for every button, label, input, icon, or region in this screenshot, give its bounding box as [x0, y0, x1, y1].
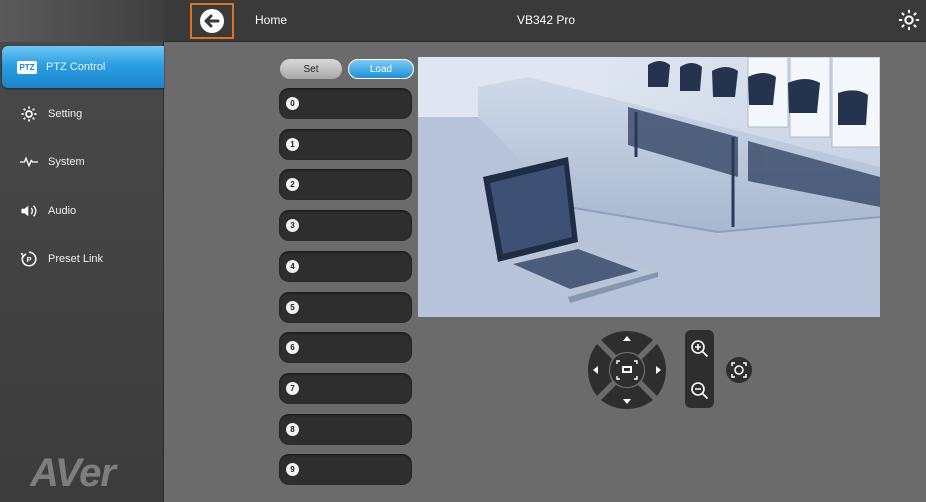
preset-6-button[interactable]: 6	[279, 332, 412, 364]
pan-tilt-pad	[584, 327, 670, 413]
sidebar-item-label: System	[48, 156, 85, 168]
sidebar-item-label: Preset Link	[48, 253, 104, 265]
home-label: Home	[255, 13, 288, 27]
sidebar-header	[0, 0, 164, 42]
pulse-icon	[16, 152, 42, 172]
pan-right-button[interactable]	[642, 344, 667, 396]
svg-text:P: P	[26, 255, 31, 264]
zoom-in-icon	[691, 340, 709, 358]
sidebar: PTZ PTZ Control Setting System Audio P P…	[0, 0, 164, 502]
zoom-out-button[interactable]	[689, 380, 710, 401]
top-bar: Home VB342 Pro	[164, 0, 926, 42]
sidebar-item-setting[interactable]: Setting	[4, 94, 164, 134]
preset-5-button[interactable]: 5	[279, 291, 412, 323]
sidebar-item-system[interactable]: System	[4, 142, 164, 182]
preset-3-button[interactable]: 3	[279, 210, 412, 242]
preset-number: 1	[286, 137, 299, 151]
sidebar-item-ptz-control[interactable]: PTZ PTZ Control	[2, 46, 164, 88]
sidebar-item-preset-link[interactable]: P Preset Link	[4, 239, 164, 279]
speaker-icon	[16, 201, 42, 221]
preset-9-button[interactable]: 9	[279, 454, 412, 486]
sidebar-item-label: PTZ Control	[46, 61, 106, 73]
ptz-icon: PTZ	[17, 60, 37, 74]
settings-button[interactable]	[898, 9, 920, 31]
preset-7-button[interactable]: 7	[279, 372, 412, 404]
sidebar-item-label: Setting	[48, 108, 83, 120]
preset-number: 2	[286, 178, 299, 192]
preset-link-icon: P	[16, 249, 42, 269]
preset-number: 8	[286, 422, 299, 436]
tilt-down-button[interactable]	[601, 385, 653, 410]
preset-0-button[interactable]: 0	[279, 88, 412, 119]
preset-8-button[interactable]: 8	[279, 413, 412, 445]
auto-focus-button[interactable]	[725, 356, 753, 384]
pan-left-button[interactable]	[587, 344, 612, 396]
preset-number: 9	[286, 463, 299, 477]
set-button[interactable]: Set	[280, 59, 342, 79]
camera-preview	[418, 57, 880, 317]
tilt-up-button[interactable]	[601, 330, 653, 355]
zoom-out-icon	[691, 382, 709, 400]
zoom-control	[685, 330, 714, 408]
preset-number: 3	[286, 219, 299, 233]
gear-icon	[16, 104, 42, 124]
svg-text:AVer: AVer	[30, 451, 118, 494]
preset-number: 7	[286, 381, 299, 395]
back-button[interactable]	[190, 3, 234, 39]
focus-icon	[726, 357, 752, 383]
preset-number: 0	[286, 97, 299, 110]
preset-1-button[interactable]: 1	[279, 128, 412, 160]
preset-4-button[interactable]: 4	[279, 250, 412, 282]
home-position-button[interactable]	[610, 353, 644, 387]
gear-icon	[898, 9, 920, 31]
aver-logo: AVer	[29, 448, 140, 502]
preset-number: 4	[286, 259, 299, 273]
preset-2-button[interactable]: 2	[279, 169, 412, 201]
preset-number: 6	[286, 341, 299, 355]
sidebar-item-audio[interactable]: Audio	[4, 191, 164, 231]
arrow-left-icon	[200, 9, 224, 33]
page-title: VB342 Pro	[517, 13, 576, 27]
sidebar-item-label: Audio	[48, 205, 77, 217]
load-button[interactable]: Load	[348, 59, 414, 79]
zoom-in-button[interactable]	[689, 338, 710, 359]
preset-number: 5	[286, 300, 299, 314]
